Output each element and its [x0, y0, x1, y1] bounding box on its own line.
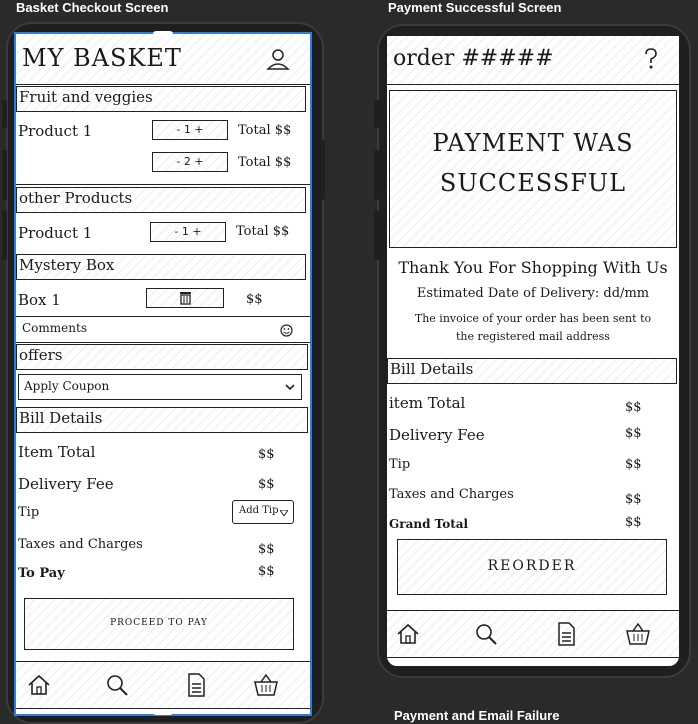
bottom-nav [387, 610, 679, 658]
section-bill-details: Bill Details [387, 358, 677, 384]
phone-side-button [374, 210, 379, 260]
success-line-2: SUCCESSFUL [439, 169, 627, 197]
question-icon[interactable] [643, 47, 659, 71]
order-title: order ##### [393, 46, 554, 71]
phone-side-button [2, 100, 7, 128]
delivery-date-text: Estimated Date of Delivery: dd/mm [416, 286, 650, 301]
frame-title-basket: Basket Checkout Screen [16, 0, 169, 15]
selection-outline [14, 32, 312, 716]
delivery-fee-label: Delivery Fee [389, 426, 485, 444]
home-icon[interactable] [395, 621, 421, 647]
tip-label: Tip [389, 457, 411, 472]
payment-header: order ##### [387, 36, 679, 85]
invoice-text-2: the registered mail address [456, 330, 610, 343]
phone-side-button [374, 150, 379, 200]
reorder-button[interactable]: REORDER [397, 539, 667, 595]
taxes-label: Taxes and Charges [389, 487, 514, 502]
success-banner: PAYMENT WAS SUCCESSFUL [389, 90, 677, 248]
item-total-value: $$ [625, 400, 642, 415]
phone-side-button [320, 140, 325, 200]
frame-title-payment: Payment Successful Screen [388, 0, 562, 15]
document-icon[interactable] [553, 621, 579, 647]
invoice-text-1: The invoice of your order has been sent … [414, 312, 652, 325]
payment-screen: order ##### PAYMENT WAS SUCCESSFUL Thank… [387, 36, 679, 666]
phone-side-button [2, 150, 7, 200]
selection-handle[interactable] [153, 709, 173, 715]
delivery-fee-value: $$ [625, 426, 642, 441]
taxes-value: $$ [625, 492, 642, 507]
phone-side-button [374, 100, 379, 128]
item-total-label: item Total [389, 394, 466, 412]
basket-icon[interactable] [625, 621, 651, 647]
selection-handle[interactable] [153, 31, 173, 37]
tip-value: $$ [625, 457, 642, 472]
thank-you-text: Thank You For Shopping With Us [398, 258, 668, 277]
search-icon[interactable] [473, 621, 499, 647]
grand-total-value: $$ [625, 515, 642, 530]
frame-title-failure: Payment and Email Failure [394, 708, 560, 723]
phone-side-button [2, 210, 7, 260]
success-line-1: PAYMENT WAS [432, 129, 634, 157]
grand-total-label: Grand Total [389, 517, 469, 531]
